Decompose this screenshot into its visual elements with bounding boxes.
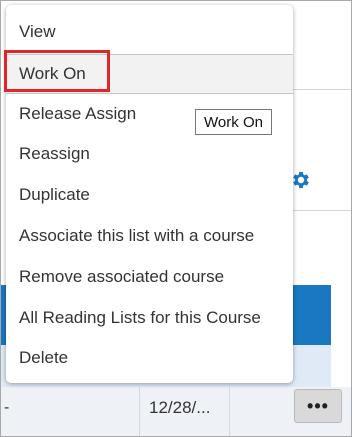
gear-icon[interactable]: [290, 169, 312, 191]
menu-item-associate-course[interactable]: Associate this list with a course: [6, 217, 293, 255]
tooltip-text: Work On: [204, 113, 263, 131]
menu-item-label: Associate this list with a course: [19, 226, 255, 245]
more-actions-button[interactable]: •••: [294, 389, 342, 423]
bg-divider: [291, 210, 351, 211]
menu-item-all-reading-lists[interactable]: All Reading Lists for this Course: [6, 299, 293, 337]
screenshot-frame: - 12/28/... ••• View Work On Release Ass…: [0, 0, 352, 437]
menu-item-label: Release Assign: [19, 104, 137, 123]
table-cell-date: 12/28/...: [149, 398, 211, 417]
table-cell-dash: -: [4, 399, 10, 416]
menu-item-view[interactable]: View: [6, 13, 293, 51]
column-divider: [139, 387, 140, 436]
menu-item-reassign[interactable]: Reassign: [6, 135, 293, 173]
menu-item-work-on[interactable]: Work On: [6, 54, 293, 94]
actions-dropdown-menu: View Work On Release Assign Reassign Dup…: [6, 5, 293, 383]
menu-item-label: Delete: [19, 348, 69, 367]
menu-item-duplicate[interactable]: Duplicate: [6, 176, 293, 214]
menu-item-label: Remove associated course: [19, 267, 225, 286]
menu-item-label: Reassign: [19, 144, 90, 163]
bg-divider: [291, 89, 351, 90]
menu-item-label: Duplicate: [19, 185, 90, 204]
menu-item-label: View: [19, 22, 56, 41]
menu-item-label: Work On: [19, 64, 86, 83]
menu-item-remove-associated-course[interactable]: Remove associated course: [6, 258, 293, 296]
menu-item-delete[interactable]: Delete: [6, 339, 293, 377]
column-divider: [229, 387, 230, 436]
tooltip: Work On: [195, 109, 272, 135]
menu-item-label: All Reading Lists for this Course: [19, 308, 261, 327]
